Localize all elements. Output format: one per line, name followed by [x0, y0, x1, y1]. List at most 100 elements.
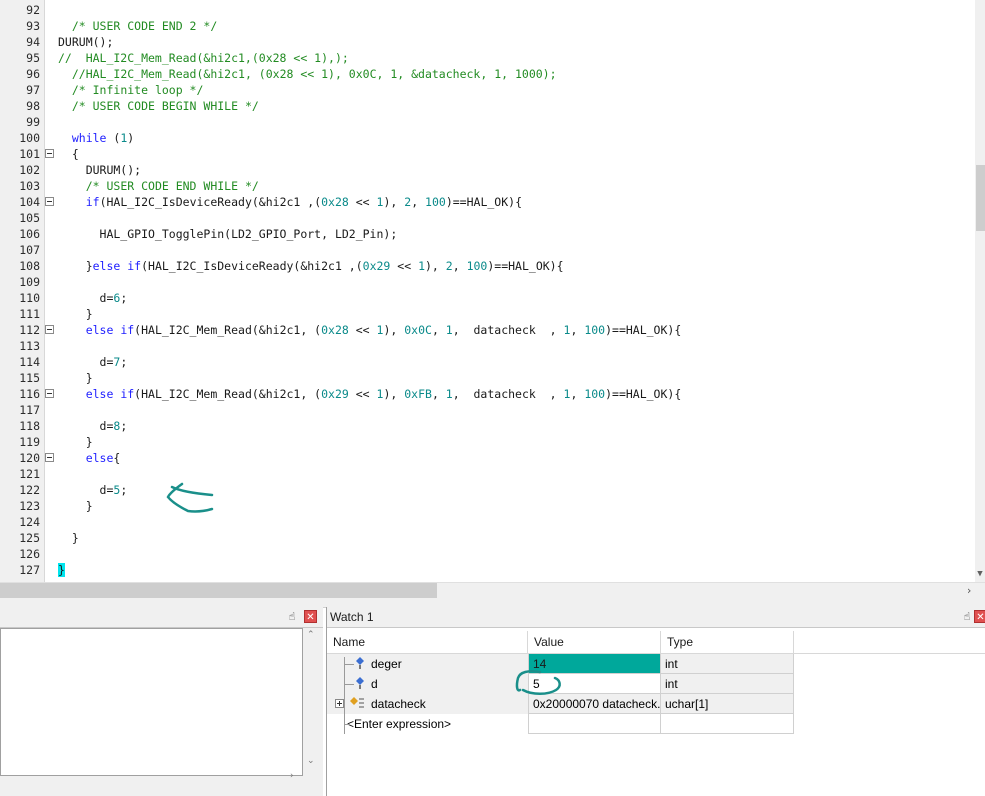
code-line[interactable]: 103 /* USER CODE END WHILE */ [0, 178, 975, 194]
code-line[interactable]: 96 //HAL_I2C_Mem_Read(&hi2c1, (0x28 << 1… [0, 66, 975, 82]
code-line[interactable]: 92 [0, 2, 975, 18]
code-text: if(HAL_I2C_IsDeviceReady(&hi2c1 ,(0x28 <… [85, 195, 522, 209]
code-line[interactable]: 112 else if(HAL_I2C_Mem_Read(&hi2c1, (0x… [0, 322, 975, 338]
line-number: 111 [19, 307, 40, 321]
line-number: 120 [19, 451, 40, 465]
vertical-scrollbar[interactable] [975, 0, 985, 582]
left-panel-titlebar: ☝ ✕ [0, 607, 323, 628]
code-line[interactable]: 95 // HAL_I2C_Mem_Read(&hi2c1,(0x28 << 1)… [0, 50, 975, 66]
collapse-fold-icon[interactable] [45, 389, 54, 398]
code-line[interactable]: 119 } [0, 434, 975, 450]
code-line[interactable]: 124 [0, 514, 975, 530]
code-text: else if(HAL_I2C_Mem_Read(&hi2c1, (0x29 <… [85, 387, 682, 401]
code-line[interactable]: 101 { [0, 146, 975, 162]
scroll-right-arrow-icon[interactable]: › [962, 583, 976, 598]
collapse-fold-icon[interactable] [45, 325, 54, 334]
code-line[interactable]: 122 d=5; [0, 482, 975, 498]
code-text: d=8; [58, 419, 128, 433]
watch-value-cell[interactable]: 0x20000070 datacheck... [528, 694, 661, 714]
watch-row-deger[interactable]: deger 14 int [327, 654, 794, 674]
line-number: 125 [19, 531, 40, 545]
watch-name-cell: datacheck [327, 694, 528, 714]
code-line[interactable]: 108 }else if(HAL_I2C_IsDeviceReady(&hi2c… [0, 258, 975, 274]
code-text: d=5; [58, 483, 128, 497]
code-text: DURUM(); [58, 163, 142, 177]
code-line[interactable]: 116 else if(HAL_I2C_Mem_Read(&hi2c1, (0x… [0, 386, 975, 402]
code-line[interactable]: 100 while (1) [0, 130, 975, 146]
code-line[interactable]: 126 [0, 546, 975, 562]
watch-row-datacheck[interactable]: datacheck 0x20000070 datacheck... uchar[… [327, 694, 794, 714]
expand-icon[interactable] [335, 699, 344, 708]
collapse-fold-icon[interactable] [45, 197, 54, 206]
pin-icon[interactable]: ☝ [285, 610, 299, 624]
line-number: 105 [19, 211, 40, 225]
code-text: { [58, 147, 79, 161]
enter-expression-input[interactable]: <Enter expression> [347, 714, 451, 734]
code-editor[interactable]: 92 93 /* USER CODE END 2 */94 DURUM(); 95//… [0, 0, 985, 582]
scroll-right-arrow-icon[interactable]: › [290, 771, 294, 781]
watch-type-cell [661, 714, 794, 734]
watch-value-cell[interactable]: 14 [528, 654, 661, 674]
code-line[interactable]: 102 DURUM(); [0, 162, 975, 178]
pin-icon[interactable]: ☝ [960, 610, 974, 624]
line-number: 115 [19, 371, 40, 385]
line-number: 113 [19, 339, 40, 353]
close-icon[interactable]: ✕ [304, 610, 317, 623]
watch-row-d[interactable]: d 5 int [327, 674, 794, 694]
column-header-type[interactable]: Type [661, 631, 794, 653]
code-line[interactable]: 93 /* USER CODE END 2 */ [0, 18, 975, 34]
code-line[interactable]: 125 } [0, 530, 975, 546]
code-line[interactable]: 127} [0, 562, 975, 578]
line-number: 121 [19, 467, 40, 481]
watch-name-cell[interactable]: <Enter expression> [327, 714, 528, 734]
line-number: 122 [19, 483, 40, 497]
code-line[interactable]: 120 else{ [0, 450, 975, 466]
line-number: 119 [19, 435, 40, 449]
horizontal-scroll-thumb[interactable] [0, 583, 437, 598]
code-line[interactable]: 99 [0, 114, 975, 130]
close-icon[interactable]: ✕ [974, 610, 985, 623]
code-line[interactable]: 106 HAL_GPIO_TogglePin(LD2_GPIO_Port, LD… [0, 226, 975, 242]
left-panel-scrollbar[interactable]: ⌃ ⌄ [304, 628, 319, 776]
code-line[interactable]: 113 [0, 338, 975, 354]
column-header-value[interactable]: Value [528, 631, 661, 653]
code-line[interactable]: 97 /* Infinite loop */ [0, 82, 975, 98]
code-line[interactable]: 111 } [0, 306, 975, 322]
line-number: 101 [19, 147, 40, 161]
code-line[interactable]: 115 } [0, 370, 975, 386]
code-line[interactable]: 110 d=6; [0, 290, 975, 306]
line-number: 117 [19, 403, 40, 417]
tree-line [344, 724, 350, 725]
watch-type-cell: int [661, 674, 794, 694]
code-line[interactable]: 123 } [0, 498, 975, 514]
line-number: 114 [19, 355, 40, 369]
watch-type-cell: uchar[1] [661, 694, 794, 714]
code-line[interactable]: 109 [0, 274, 975, 290]
code-text: } [58, 371, 93, 385]
line-number: 92 [26, 3, 40, 17]
scroll-down-arrow-icon[interactable]: ⌄ [307, 756, 315, 766]
code-line[interactable]: 105 [0, 210, 975, 226]
watch-row-enter-expression[interactable]: <Enter expression> [327, 714, 794, 734]
watch-name-cell: d [327, 674, 528, 694]
code-text: } [58, 307, 93, 321]
code-line[interactable]: 121 [0, 466, 975, 482]
column-header-name[interactable]: Name [327, 631, 528, 653]
line-number: 112 [19, 323, 40, 337]
code-line[interactable]: 114 d=7; [0, 354, 975, 370]
code-text: /* USER CODE BEGIN WHILE */ [71, 99, 259, 113]
code-line[interactable]: 117 [0, 402, 975, 418]
watch-value-cell [528, 714, 661, 734]
code-line[interactable]: 107 [0, 242, 975, 258]
collapse-fold-icon[interactable] [45, 453, 54, 462]
line-number: 98 [26, 99, 40, 113]
collapse-fold-icon[interactable] [45, 149, 54, 158]
code-line[interactable]: 104 if(HAL_I2C_IsDeviceReady(&hi2c1 ,(0x… [0, 194, 975, 210]
code-line[interactable]: 118 d=8; [0, 418, 975, 434]
vertical-scroll-thumb[interactable] [976, 165, 985, 231]
code-line[interactable]: 98 /* USER CODE BEGIN WHILE */ [0, 98, 975, 114]
scroll-up-arrow-icon[interactable]: ⌃ [307, 630, 315, 640]
watch-value-cell[interactable]: 5 [528, 674, 661, 694]
scroll-down-arrow-icon[interactable]: ▼ [975, 568, 985, 580]
code-line[interactable]: 94 DURUM(); [0, 34, 975, 50]
